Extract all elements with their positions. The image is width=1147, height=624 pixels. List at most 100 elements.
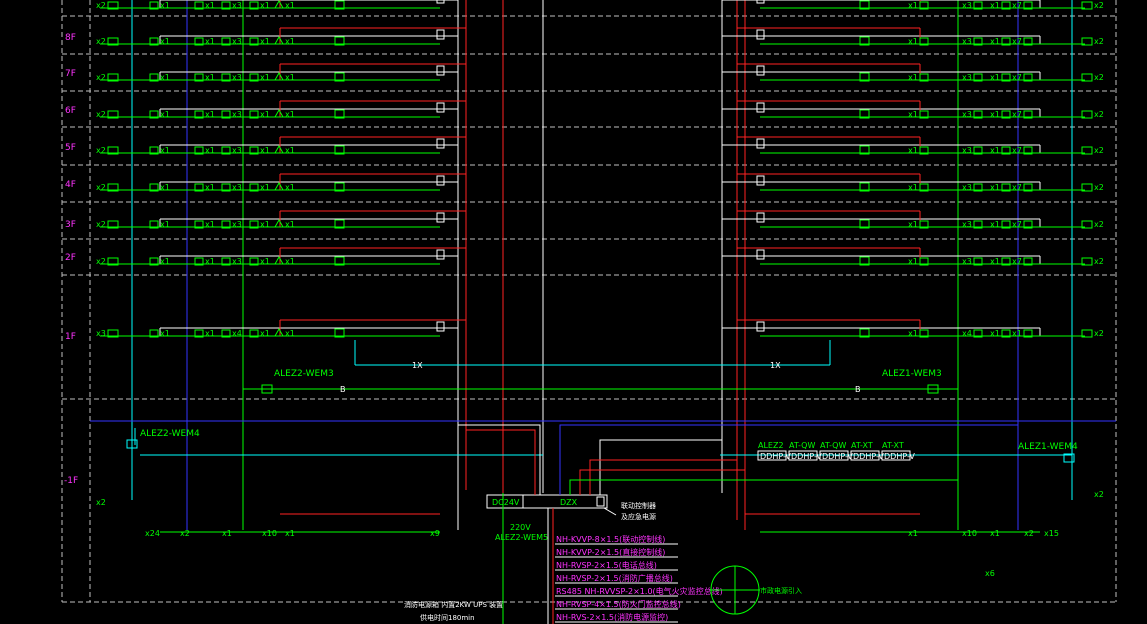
left-item-count: x1	[205, 220, 215, 229]
right-device-count: x2	[1094, 110, 1104, 119]
right-item-count: x3	[962, 183, 972, 192]
left-item-count: x3	[232, 110, 242, 119]
module-strip: ALEZ2 AT-QW AT-QW AT-XT AT-XTDDHP-V DDHP-V DDH…	[757, 441, 915, 461]
horn-icon	[274, 35, 284, 45]
right-device-count: x2	[1094, 257, 1104, 266]
left-item-count: x1	[160, 257, 170, 266]
first-floor-loops	[90, 340, 1116, 456]
left-item-count: x1	[160, 73, 170, 82]
horn-count: x1	[285, 73, 295, 82]
right-device-count: x2	[1094, 37, 1104, 46]
bus-label-right: B	[855, 385, 861, 394]
horn-icon	[274, 255, 284, 265]
horn-icon	[274, 218, 284, 228]
horn-count: x1	[285, 183, 295, 192]
module-box-label: DDHP-V	[822, 452, 853, 461]
horn-icon	[274, 71, 284, 81]
floor-row: x2 x1 x1 x3 x1 x1 x1 x3 x1 x7 x2	[96, 63, 1104, 82]
right-item-count: x1	[990, 1, 1000, 10]
b1-left-item: x24	[145, 529, 160, 538]
right-item-count: x7	[1012, 183, 1022, 192]
b1-right-item: x1	[908, 529, 918, 538]
left-item-count: x1	[260, 73, 270, 82]
floor-label-8f: 8F	[65, 33, 76, 43]
left-device-count: x3	[96, 329, 106, 338]
floor-row: x2 x1 x1 x3 x1 x1 x1 x3 x1 x7 x2	[96, 0, 1104, 10]
incoming-note: 市政电源引入	[760, 586, 802, 595]
b1-left-note: x9	[430, 529, 440, 538]
left-item-count: x1	[160, 1, 170, 10]
b1-right-count: x2	[1094, 490, 1104, 499]
floor-label-7f: 7F	[65, 69, 76, 79]
right-item-count: x1	[908, 73, 918, 82]
panel-label-right: ALEZ1-WEM3	[882, 369, 942, 379]
left-item-count: x1	[260, 183, 270, 192]
right-item-count: x3	[962, 73, 972, 82]
floor-labels: 8F 7F 6F 5F 4F 3F 2F 1F -1F	[64, 33, 78, 486]
b1-right-item: x1	[990, 529, 1000, 538]
right-item-count: x7	[1012, 257, 1022, 266]
b1-left-count: x2	[96, 498, 106, 507]
left-item-count: x1	[205, 1, 215, 10]
controller-note-1: 联动控制器	[621, 501, 656, 510]
right-item-count: x1	[990, 183, 1000, 192]
left-item-count: x1	[160, 220, 170, 229]
cable-label: NH-KVVP-8×1.5(联动控制线)	[556, 534, 665, 544]
fire-alarm-system-diagram: 8F 7F 6F 5F 4F 3F 2F 1F -1F x2 x1 x1 x3 x1 x1…	[61, 0, 1117, 624]
left-item-count: x3	[232, 220, 242, 229]
floor-label-6f: 6F	[65, 106, 76, 116]
right-item-count: x1	[1012, 329, 1022, 338]
loop-label-left: 1X	[412, 361, 423, 370]
right-device-count: x2	[1094, 183, 1104, 192]
right-item-count: x1	[908, 257, 918, 266]
left-device-count: x2	[96, 73, 106, 82]
left-item-count: x4	[232, 329, 242, 338]
loop-label-right: 1X	[770, 361, 781, 370]
ups-time: 供电时间180min	[420, 613, 475, 622]
floor-row: x2 x1 x1 x3 x1 x1 x1 x3 x1 x7 x2	[96, 173, 1104, 192]
floor-row: x3 x1 x1 x4 x1 x1 x1 x4 x1 x1 x2	[96, 319, 1104, 338]
module-box-label: DDHP-V	[884, 452, 915, 461]
floor-row: x2 x1 x1 x3 x1 x1 x1 x3 x1 x7 x2	[96, 27, 1104, 46]
right-item-count: x3	[962, 37, 972, 46]
b1-right-tail: x6	[985, 569, 995, 578]
floor-row: x2 x1 x1 x3 x1 x1 x1 x3 x1 x7 x2	[96, 100, 1104, 119]
left-device-count: x2	[96, 183, 106, 192]
horn-count: x1	[285, 1, 295, 10]
left-item-count: x3	[232, 73, 242, 82]
horn-count: x1	[285, 329, 295, 338]
right-item-count: x1	[990, 329, 1000, 338]
left-item-count: x1	[205, 183, 215, 192]
left-item-count: x3	[232, 183, 242, 192]
cable-label: NH-RVSP-2×1.5(消防广播总线)	[556, 573, 673, 583]
module-label: AT-QW	[789, 441, 815, 450]
b1-left-item: x1	[285, 529, 295, 538]
right-item-count: x1	[990, 110, 1000, 119]
module-label: AT-XT	[882, 441, 904, 450]
right-item-count: x1	[990, 37, 1000, 46]
module-box-label: DDHP-V	[791, 452, 822, 461]
right-device-count: x2	[1094, 329, 1104, 338]
controller-note-2: 及应急电源	[621, 512, 656, 521]
floor-label-b1: -1F	[64, 476, 78, 486]
left-item-count: x3	[232, 257, 242, 266]
right-item-count: x1	[990, 146, 1000, 155]
horn-count: x1	[285, 110, 295, 119]
floor-label-3f: 3F	[65, 220, 76, 230]
right-item-count: x1	[908, 37, 918, 46]
left-item-count: x1	[260, 1, 270, 10]
left-item-count: x1	[160, 183, 170, 192]
right-item-count: x3	[962, 110, 972, 119]
left-item-count: x1	[205, 110, 215, 119]
horn-icon	[274, 144, 284, 154]
horn-icon	[274, 0, 284, 9]
b1-right-item: x15	[1044, 529, 1059, 538]
right-item-count: x1	[908, 1, 918, 10]
right-item-count: x1	[908, 329, 918, 338]
left-device-count: x2	[96, 146, 106, 155]
right-device-count: x2	[1094, 146, 1104, 155]
right-item-count: x1	[990, 257, 1000, 266]
right-item-count: x7	[1012, 146, 1022, 155]
left-device-count: x2	[96, 37, 106, 46]
left-item-count: x1	[160, 146, 170, 155]
